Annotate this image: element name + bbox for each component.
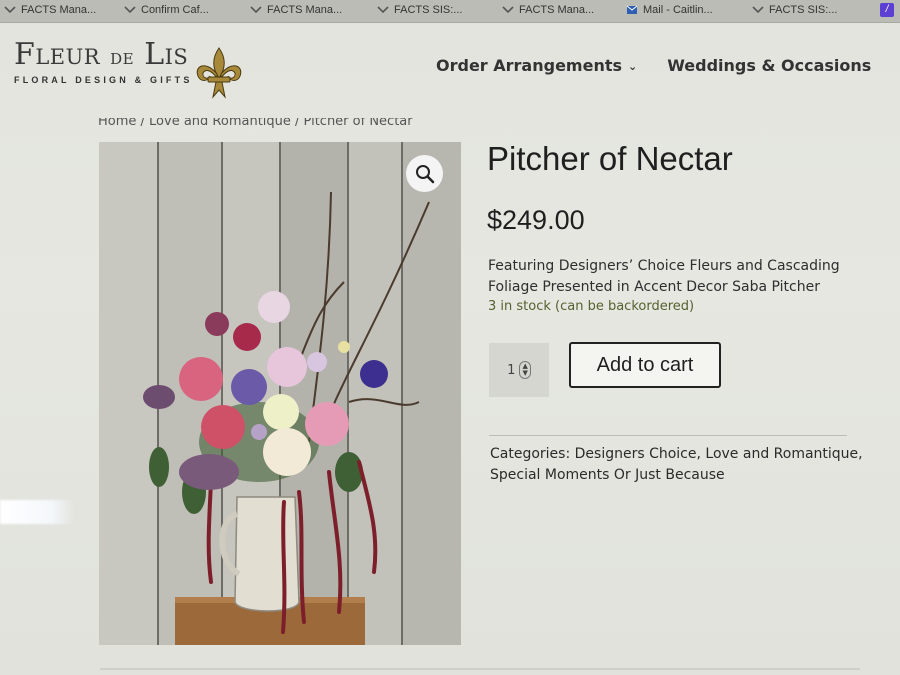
logo-tagline: FLORAL DESIGN & GIFTS bbox=[14, 75, 193, 85]
product-title: Pitcher of Nectar bbox=[487, 140, 733, 177]
mail-icon bbox=[626, 5, 638, 15]
facts-icon bbox=[752, 5, 764, 15]
flower-arrangement-photo bbox=[99, 142, 461, 645]
facts-icon bbox=[502, 5, 514, 15]
chevron-down-icon: ⌄ bbox=[628, 60, 638, 73]
nav-weddings-occasions[interactable]: Weddings & Occasions bbox=[667, 56, 871, 75]
quantity-stepper[interactable]: 1 ▲ ▼ bbox=[489, 343, 549, 397]
add-to-cart-button[interactable]: Add to cart bbox=[569, 342, 721, 388]
bookmark-2[interactable]: Confirm Caf... bbox=[124, 4, 209, 16]
stock-status: 3 in stock (can be backordered) bbox=[488, 299, 695, 314]
product-image[interactable] bbox=[99, 142, 461, 645]
divider bbox=[100, 668, 860, 670]
main-nav: Order Arrangements ⌄ Weddings & Occasions… bbox=[436, 56, 900, 75]
divider bbox=[489, 435, 847, 436]
bookmark-5[interactable]: FACTS Mana... bbox=[502, 4, 594, 16]
fleur-de-lis-icon bbox=[190, 44, 248, 102]
screen-glare bbox=[0, 500, 74, 524]
bookmark-7[interactable]: FACTS SIS:... bbox=[752, 4, 837, 16]
quantity-value: 1 bbox=[507, 362, 516, 378]
site-logo[interactable]: Fleur de Lis FLORAL DESIGN & GIFTS bbox=[14, 37, 193, 86]
product-price: $249.00 bbox=[487, 205, 585, 235]
zoom-button[interactable] bbox=[406, 155, 443, 192]
stepper-arrows-icon[interactable]: ▲ ▼ bbox=[519, 361, 531, 379]
bookmark-1[interactable]: FACTS Mana... bbox=[4, 4, 96, 16]
nav-order-arrangements[interactable]: Order Arrangements ⌄ bbox=[436, 56, 637, 75]
facts-icon bbox=[377, 5, 389, 15]
facts-icon bbox=[4, 5, 16, 15]
facts-icon bbox=[124, 5, 136, 15]
logo-wordmark: Fleur de Lis bbox=[14, 37, 189, 72]
magnifier-icon bbox=[415, 164, 434, 183]
bookmark-3[interactable]: FACTS Mana... bbox=[250, 4, 342, 16]
bookmarks-bar: FACTS Mana... Confirm Caf... FACTS Mana.… bbox=[0, 0, 900, 23]
product-categories[interactable]: Categories: Designers Choice, Love and R… bbox=[490, 444, 870, 486]
extension-icon[interactable]: / bbox=[880, 3, 894, 17]
product-description: Featuring Designers’ Choice Fleurs and C… bbox=[488, 258, 840, 295]
bookmark-4[interactable]: FACTS SIS:... bbox=[377, 4, 462, 16]
facts-icon bbox=[250, 5, 262, 15]
bookmark-6[interactable]: Mail - Caitlin... bbox=[626, 4, 713, 16]
